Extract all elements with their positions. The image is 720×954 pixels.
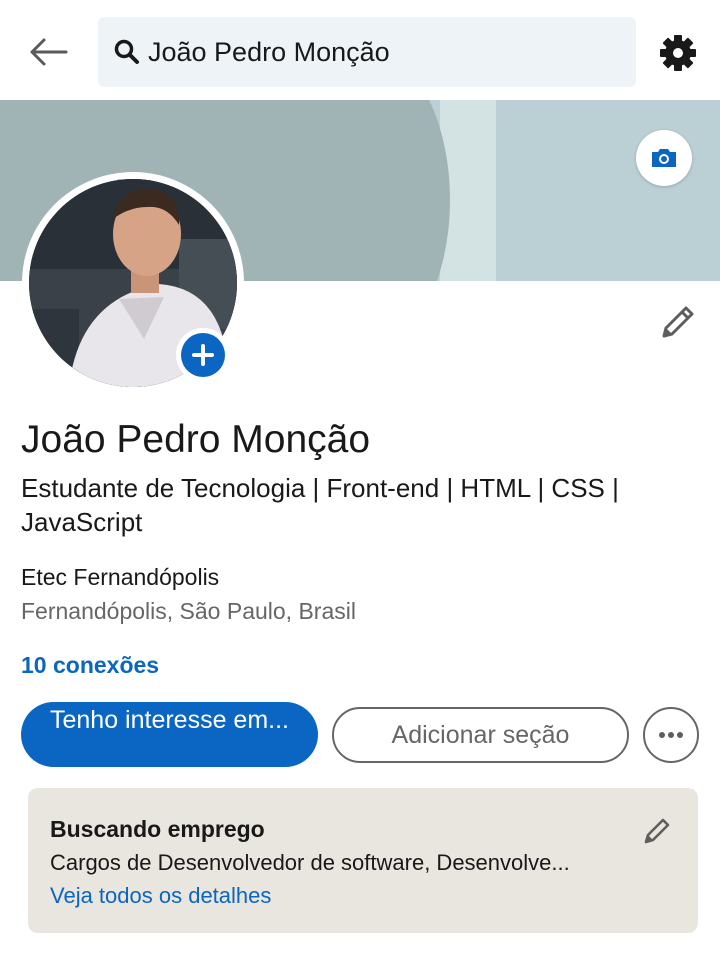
pencil-icon <box>644 818 670 844</box>
plus-icon <box>192 344 214 366</box>
profile-school: Etec Fernandópolis <box>21 564 220 590</box>
see-all-details-link[interactable]: Veja todos os detalhes <box>50 883 271 909</box>
more-actions-button[interactable] <box>643 707 699 763</box>
camera-icon <box>652 149 676 167</box>
open-to-work-description: Cargos de Desenvolvedor de software, Des… <box>50 850 570 875</box>
more-horizontal-icon <box>659 732 683 738</box>
back-button[interactable] <box>24 30 72 74</box>
add-section-button[interactable]: Adicionar seção <box>332 707 629 763</box>
add-photo-button[interactable] <box>176 328 230 382</box>
top-bar: João Pedro Monção <box>0 0 720 100</box>
open-to-work-title: Buscando emprego <box>50 816 265 842</box>
profile-name: João Pedro Monção <box>21 418 371 461</box>
banner-segment <box>496 100 720 281</box>
add-photo-circle <box>181 333 225 377</box>
open-to-button[interactable]: Tenho interesse em... <box>21 702 318 767</box>
search-icon <box>114 39 139 64</box>
banner-segment <box>260 100 450 281</box>
edit-banner-button[interactable] <box>636 130 692 186</box>
pencil-icon <box>662 306 694 338</box>
edit-open-to-work-button[interactable] <box>640 814 674 848</box>
open-to-work-card: Buscando emprego Cargos de Desenvolvedor… <box>28 788 698 933</box>
connections-link[interactable]: 10 conexões <box>21 652 159 679</box>
search-input[interactable]: João Pedro Monção <box>148 37 390 68</box>
search-bar[interactable]: João Pedro Monção <box>98 17 636 87</box>
arrow-left-icon <box>30 38 68 66</box>
gear-icon <box>660 35 696 71</box>
settings-button[interactable] <box>656 31 700 75</box>
profile-headline: Estudante de Tecnologia | Front-end | HT… <box>21 473 619 537</box>
edit-profile-button[interactable] <box>656 300 700 344</box>
profile-location: Fernandópolis, São Paulo, Brasil <box>21 598 356 624</box>
